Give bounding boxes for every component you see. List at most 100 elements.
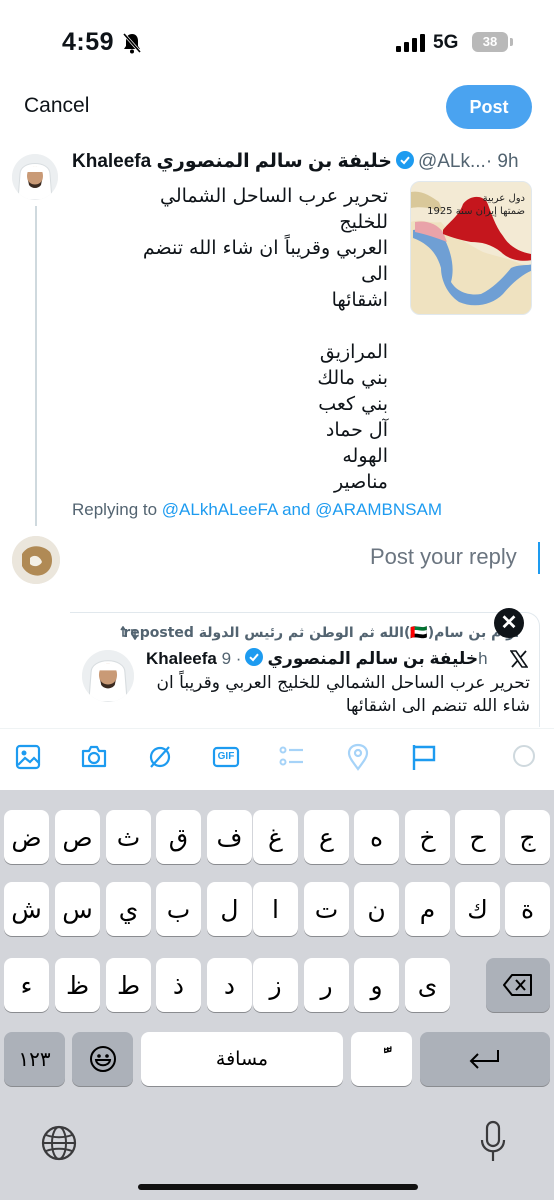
gif-icon[interactable]: GIF	[212, 743, 240, 771]
key[interactable]: ذ	[156, 958, 201, 1012]
key[interactable]: خ	[405, 810, 450, 864]
status-bar: 4:59 5G 38	[0, 0, 554, 86]
battery-icon: 38	[472, 32, 508, 52]
reply-input[interactable]: Post your reply	[370, 544, 517, 570]
key[interactable]: غ	[253, 810, 298, 864]
key[interactable]: ص	[55, 810, 100, 864]
key[interactable]: ر	[304, 958, 349, 1012]
post-text-line: تحرير عرب الساحل الشمالي للخليج	[160, 185, 388, 233]
image-icon[interactable]	[14, 743, 42, 771]
verified-icon	[395, 151, 414, 169]
replying-to: Replying to @ALkhALeeFA and @ARAMBNSAM	[72, 500, 442, 520]
key[interactable]: ج	[505, 810, 550, 864]
diacritic-key[interactable]: ًّ	[351, 1032, 412, 1086]
microphone-icon[interactable]	[478, 1120, 508, 1164]
post-text-line: بني كعب	[318, 393, 388, 415]
post-text-line: بني مالك	[317, 367, 388, 389]
key[interactable]: و	[354, 958, 399, 1012]
delete-key[interactable]	[486, 958, 550, 1012]
map-caption-line: ضمتها إيران سنة 1925	[427, 206, 525, 217]
quoted-author-avatar[interactable]	[82, 650, 134, 702]
quoted-post-text: تحرير عرب الساحل الشمالي للخليج العربي و…	[156, 673, 530, 716]
backspace-icon	[503, 974, 532, 996]
status-time: 4:59	[62, 28, 115, 56]
emoji-key[interactable]	[72, 1032, 133, 1086]
post-text: تحرير عرب الساحل الشمالي للخليج العربي و…	[130, 183, 388, 495]
post-text-line: اشقائها	[331, 289, 388, 311]
location-icon[interactable]	[344, 743, 372, 771]
post-text-gap	[130, 313, 388, 339]
key[interactable]: س	[55, 882, 100, 936]
bell-muted-icon	[122, 33, 142, 54]
space-key[interactable]: مسافة	[141, 1032, 343, 1086]
key[interactable]: ظ	[55, 958, 100, 1012]
key[interactable]: ن	[354, 882, 399, 936]
author-name[interactable]: Khaleefa خليفة بن سالم المنصوري	[72, 151, 392, 172]
post-time: · 9h	[485, 151, 519, 172]
remove-quote-button[interactable]: ✕	[494, 608, 524, 638]
key[interactable]: ي	[106, 882, 151, 936]
quoted-post-header: Khaleefa خليفة بن سالم المنصوري· 9h	[146, 648, 488, 669]
key[interactable]: ض	[4, 810, 49, 864]
verified-icon	[245, 648, 264, 666]
repost-label: ارام بن سام(🇦🇪)الله ثم الوطن ثم رئيس الد…	[123, 625, 519, 641]
user-avatar-map-icon	[12, 536, 60, 584]
post-text-line: الهوله	[342, 445, 388, 467]
key[interactable]: ز	[253, 958, 298, 1012]
emoji-icon	[89, 1046, 116, 1072]
key[interactable]: م	[405, 882, 450, 936]
map-caption-line: دول عربية	[482, 193, 525, 204]
key[interactable]: ط	[106, 958, 151, 1012]
cancel-button[interactable]: Cancel	[24, 94, 89, 118]
compose-toolbar: GIF	[0, 728, 554, 786]
key[interactable]: ق	[156, 810, 201, 864]
key[interactable]: ب	[156, 882, 201, 936]
author-handle: @ALk...	[417, 151, 486, 172]
post-button[interactable]: Post	[446, 85, 532, 129]
post-text-line: العربي وقريباً ان شاء الله تنضم الى	[142, 237, 388, 285]
key[interactable]: ع	[304, 810, 349, 864]
map-caption: دول عربية ضمتها إيران سنة 1925	[427, 192, 525, 218]
replying-to-prefix: Replying to	[72, 500, 158, 519]
key[interactable]: ث	[106, 810, 151, 864]
numbers-key[interactable]: ١٢٣	[4, 1032, 65, 1086]
key[interactable]: ه	[354, 810, 399, 864]
poll-icon[interactable]	[278, 743, 306, 771]
gif-label: GIF	[217, 751, 235, 762]
key[interactable]: ت	[304, 882, 349, 936]
globe-icon[interactable]	[40, 1124, 78, 1162]
key[interactable]: ء	[4, 958, 49, 1012]
replying-to-mentions[interactable]: @ALkhALeeFA and @ARAMBNSAM	[162, 500, 442, 519]
return-key[interactable]	[420, 1032, 550, 1086]
map-image[interactable]: دول عربية ضمتها إيران سنة 1925	[410, 181, 532, 315]
person-avatar-icon	[82, 650, 134, 702]
key[interactable]: ة	[505, 882, 550, 936]
person-avatar-icon	[12, 154, 58, 200]
return-arrow-icon	[469, 1050, 499, 1069]
character-count-ring	[513, 745, 535, 767]
user-avatar[interactable]	[12, 536, 60, 584]
gif-search-icon[interactable]	[146, 743, 174, 771]
key[interactable]: ى	[405, 958, 450, 1012]
camera-icon[interactable]	[80, 743, 108, 771]
thread-line	[35, 206, 37, 526]
key[interactable]: د	[207, 958, 252, 1012]
post-text-line: آل حماد	[325, 419, 388, 441]
key[interactable]: ك	[455, 882, 500, 936]
key[interactable]: ل	[207, 882, 252, 936]
signal-icon	[396, 34, 425, 52]
home-indicator	[138, 1184, 418, 1190]
author-avatar[interactable]	[12, 154, 58, 200]
x-logo-icon	[510, 650, 528, 668]
post-text-line: مناصير	[333, 471, 388, 493]
key[interactable]: ا	[253, 882, 298, 936]
post-header: Khaleefa خليفة بن سالم المنصوري @ALk...· …	[72, 150, 542, 176]
key[interactable]: ف	[207, 810, 252, 864]
flag-icon[interactable]	[410, 743, 438, 771]
key[interactable]: ح	[455, 810, 500, 864]
quoted-author-name[interactable]: Khaleefa خليفة بن سالم المنصوري	[146, 649, 478, 668]
post-text-line: المرازيق	[319, 341, 388, 363]
battery-level: 38	[482, 34, 498, 49]
key[interactable]: ش	[4, 882, 49, 936]
text-caret	[538, 542, 540, 574]
